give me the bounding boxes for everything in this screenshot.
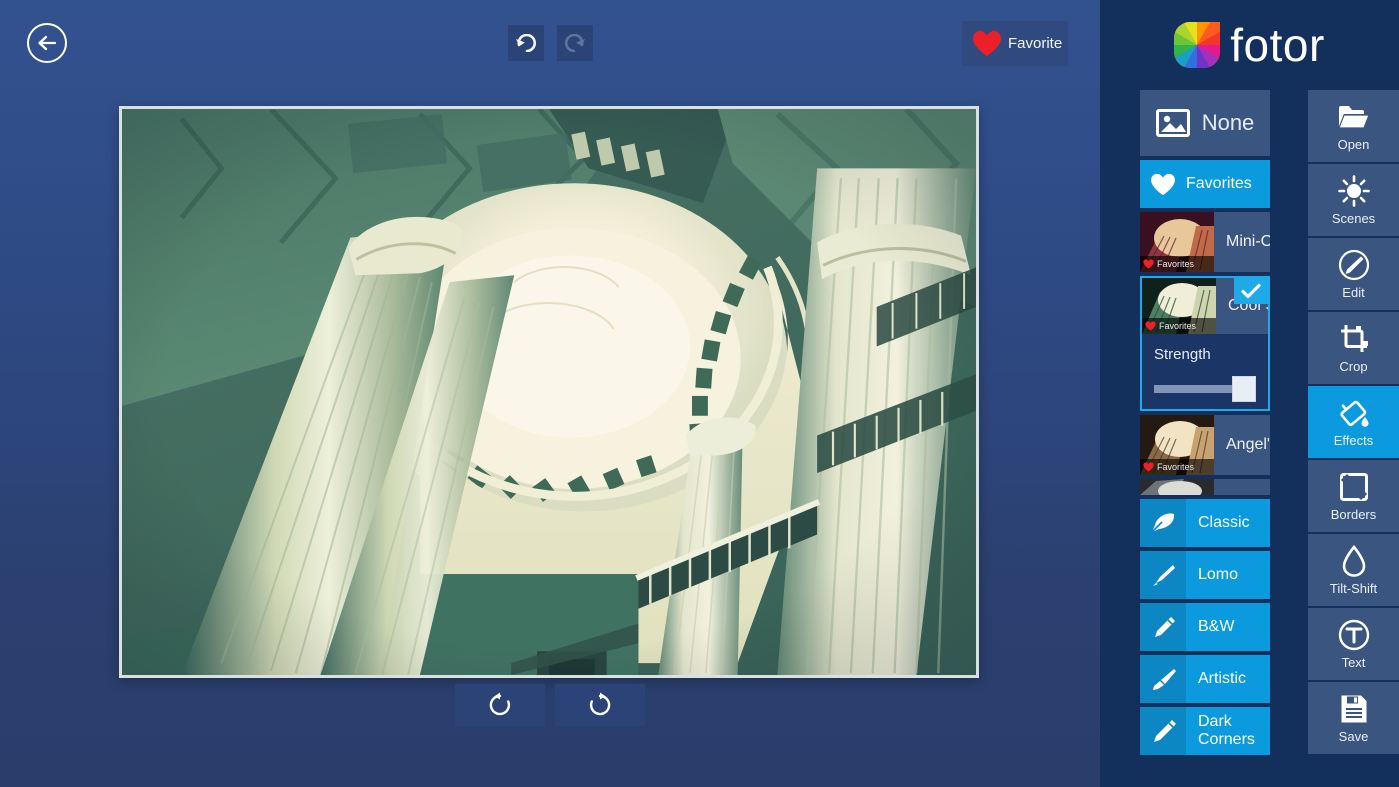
pencil-icon — [1140, 707, 1186, 755]
tool-label: Edit — [1342, 285, 1365, 300]
heart-icon — [1145, 321, 1156, 331]
favorite-button[interactable]: Favorite — [962, 21, 1068, 66]
heart-icon — [1140, 173, 1186, 196]
back-button[interactable] — [27, 23, 67, 63]
rotate-counterclockwise-icon — [487, 692, 513, 718]
strength-slider-fill — [1154, 385, 1244, 393]
strength-slider[interactable] — [1154, 363, 1256, 409]
category-item-lomo[interactable]: Lomo — [1140, 551, 1270, 599]
checkmark-icon — [1234, 278, 1268, 304]
tool-edit[interactable]: Edit — [1308, 238, 1399, 310]
tool-open[interactable]: Open — [1308, 90, 1399, 162]
category-item-artistic[interactable]: Artistic — [1140, 655, 1270, 703]
brush-pen-icon — [1140, 551, 1186, 599]
tool-toolbar: Open Scenes Edit Crop Effects Borders Ti… — [1308, 90, 1399, 787]
filter-item-label: Angel's Kiss — [1226, 436, 1270, 453]
filter-item-partial[interactable] — [1140, 479, 1270, 495]
rotate-left-button[interactable] — [455, 684, 545, 726]
frame-icon — [1339, 470, 1369, 504]
text-t-icon — [1338, 618, 1370, 652]
filter-item-none[interactable]: None — [1140, 90, 1270, 156]
category-item-label: Lomo — [1198, 566, 1239, 583]
filter-item-label — [1214, 479, 1270, 495]
filter-item-none-label: None — [1201, 110, 1255, 135]
photo-viewer[interactable] — [119, 106, 979, 678]
favorite-label: Favorite — [1008, 35, 1063, 52]
strength-label: Strength — [1154, 346, 1211, 363]
filter-thumbnail: Favorites — [1140, 212, 1214, 272]
tool-label: Borders — [1330, 507, 1377, 522]
favorite-tag: Favorites — [1140, 459, 1214, 475]
heart-icon — [972, 30, 1002, 57]
pencil-circle-icon — [1338, 248, 1370, 282]
rotate-right-button[interactable] — [555, 684, 645, 726]
filter-thumbnail: Favorites — [1140, 415, 1214, 475]
crop-icon — [1339, 322, 1369, 356]
filter-thumbnail — [1140, 479, 1214, 495]
category-item-label: B&W — [1198, 618, 1235, 635]
favorite-tag: Favorites — [1142, 318, 1216, 334]
favorite-tag-label: Favorites — [1159, 321, 1197, 331]
brand-name: fotor — [1230, 19, 1325, 71]
tool-crop[interactable]: Crop — [1308, 312, 1399, 384]
filter-item-label: Mini-Oven — [1226, 233, 1270, 250]
undo-arrow-icon — [515, 34, 537, 52]
tool-label: Effects — [1333, 433, 1374, 448]
photo-image — [122, 109, 976, 675]
category-item-label: Classic — [1198, 514, 1250, 531]
tool-label: Save — [1338, 729, 1369, 744]
rotate-clockwise-icon — [587, 692, 613, 718]
image-placeholder-icon — [1155, 109, 1190, 137]
paint-bucket-icon — [1338, 396, 1370, 430]
filter-item-cool-summer-selected[interactable]: Favorites Cool Summer Strength — [1140, 276, 1270, 411]
tool-label: Tilt-Shift — [1329, 581, 1378, 596]
category-item-label: Artistic — [1198, 670, 1246, 687]
heart-icon — [1143, 462, 1154, 472]
filter-item-angels-kiss[interactable]: Favorites Angel's Kiss — [1140, 415, 1270, 475]
tool-scenes[interactable]: Scenes — [1308, 164, 1399, 236]
tool-label: Open — [1337, 137, 1370, 152]
sun-icon — [1337, 174, 1370, 208]
tool-borders[interactable]: Borders — [1308, 460, 1399, 532]
folder-icon — [1337, 100, 1370, 134]
favorite-tag: Favorites — [1140, 256, 1214, 272]
favorite-tag-label: Favorites — [1157, 462, 1195, 472]
tool-tilt-shift[interactable]: Tilt-Shift — [1308, 534, 1399, 606]
undo-button[interactable] — [508, 25, 544, 61]
strength-slider-thumb[interactable] — [1232, 376, 1256, 402]
category-item-classic[interactable]: Classic — [1140, 499, 1270, 547]
paint-brush-icon — [1140, 655, 1186, 703]
fotor-color-wheel-logo — [1174, 22, 1221, 68]
filter-item-favorites[interactable]: Favorites — [1140, 160, 1270, 208]
redo-button[interactable] — [557, 25, 593, 61]
floppy-disk-icon — [1340, 692, 1368, 726]
tool-label: Text — [1341, 655, 1366, 670]
category-item-bw[interactable]: B&W — [1140, 603, 1270, 651]
droplet-icon — [1341, 544, 1367, 578]
tool-label: Crop — [1339, 359, 1368, 374]
tool-save[interactable]: Save — [1308, 682, 1399, 754]
category-item-label: Dark Corners — [1198, 713, 1255, 748]
brand: fotor — [1100, 0, 1399, 90]
filter-item-favorites-label: Favorites — [1186, 175, 1252, 192]
redo-arrow-icon — [564, 34, 586, 52]
feather-pen-icon — [1140, 499, 1186, 547]
tool-label: Scenes — [1331, 211, 1376, 226]
selected-filter-head: Favorites Cool Summer — [1142, 278, 1268, 334]
pencil-icon — [1140, 603, 1186, 651]
tool-text[interactable]: Text — [1308, 608, 1399, 680]
filter-item-mini-oven[interactable]: Favorites Mini-Oven — [1140, 212, 1270, 272]
arrow-left-circle-icon — [37, 35, 57, 51]
favorite-tag-label: Favorites — [1157, 259, 1195, 269]
workspace: Favorite — [0, 0, 1100, 787]
heart-icon — [1143, 259, 1154, 269]
tool-effects[interactable]: Effects — [1308, 386, 1399, 458]
filter-thumbnail: Favorites — [1142, 278, 1216, 334]
category-item-dark-corners[interactable]: Dark Corners — [1140, 707, 1270, 755]
